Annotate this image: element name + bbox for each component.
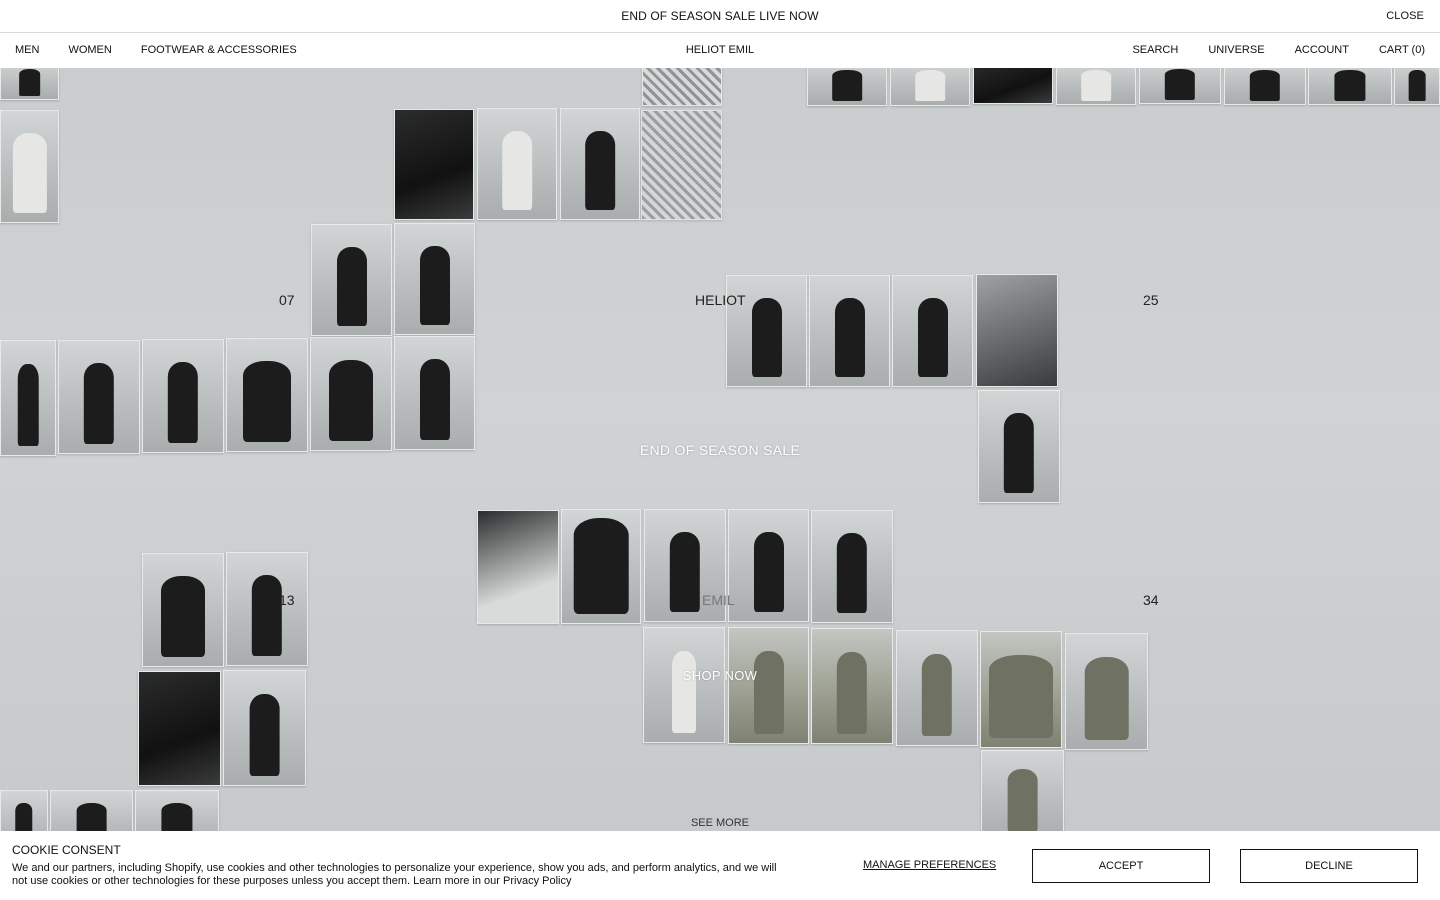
lookbook-photo [1139,68,1221,104]
lookbook-photo [809,275,890,387]
see-more-link[interactable]: SEE MORE [0,817,1440,829]
announcement-bar: END OF SEASON SALE LIVE NOW CLOSE [0,0,1440,33]
announcement-text[interactable]: END OF SEASON SALE LIVE NOW [621,9,818,23]
lookbook-photo [643,627,725,743]
lookbook-photo [311,224,392,336]
close-announcement-button[interactable]: CLOSE [1386,10,1424,22]
lookbook-photo [394,223,475,335]
lookbook-photo [1056,68,1136,105]
lookbook-photo [477,108,557,220]
lookbook-photo [477,510,559,624]
lookbook-photo [811,510,893,623]
lookbook-photo [980,631,1062,748]
hero-banner[interactable]: 07 HELIOT 25 13 EMIL 34 END OF SEASON SA… [0,68,1440,831]
hero-number-34: 34 [1143,592,1159,608]
lookbook-photo [641,110,722,220]
lookbook-photo [561,509,641,624]
hero-title: END OF SEASON SALE [639,442,801,458]
lookbook-photo [890,68,970,106]
lookbook-photo [394,109,474,220]
lookbook-photo [142,553,224,667]
lookbook-photo [0,68,59,100]
lookbook-photo [58,340,140,454]
search-link[interactable]: SEARCH [1132,44,1178,56]
lookbook-photo [1224,68,1306,105]
lookbook-photo [892,275,973,387]
accept-button[interactable]: ACCEPT [1032,849,1210,883]
lookbook-photo [223,670,306,786]
cart-link[interactable]: CART (0) [1379,44,1425,56]
lookbook-photo [0,340,56,456]
lookbook-photo [1394,68,1440,105]
lookbook-photo [728,627,809,744]
lookbook-photo [807,68,887,106]
lookbook-photo [976,274,1058,387]
hero-number-07: 07 [279,292,295,308]
lookbook-photo [142,339,224,453]
decline-button[interactable]: DECLINE [1240,849,1418,883]
cookie-body: We and our partners, including Shopify, … [12,862,777,887]
utility-nav: SEARCH UNIVERSE ACCOUNT CART (0) [1102,44,1425,56]
hero-word-heliot: HELIOT [695,292,746,308]
lookbook-photo [728,509,809,622]
hero-word-emil: EMIL [702,592,735,608]
lookbook-photo [811,628,893,744]
lookbook-photo [310,337,392,451]
universe-link[interactable]: UNIVERSE [1208,44,1264,56]
hero-number-13: 13 [279,592,295,608]
lookbook-photo [1308,68,1392,105]
cookie-banner: COOKIE CONSENT We and our partners, incl… [0,831,1440,900]
site-header: MEN WOMEN FOOTWEAR & ACCESSORIES HELIOT … [0,33,1440,68]
lookbook-photo [226,552,308,666]
lookbook-photo [1065,633,1148,750]
lookbook-photo [0,110,59,223]
lookbook-photo [896,630,978,746]
lookbook-photo [394,336,475,450]
lookbook-photo [560,108,640,220]
lookbook-photo [973,68,1053,104]
manage-preferences-link[interactable]: MANAGE PREFERENCES [863,859,996,871]
hero-number-25: 25 [1143,292,1159,308]
lookbook-photo [642,68,722,106]
lookbook-photo [138,671,221,786]
cookie-title: COOKIE CONSENT [12,843,121,857]
account-link[interactable]: ACCOUNT [1295,44,1349,56]
lookbook-photo [226,338,308,452]
shop-now-link[interactable]: SHOP NOW [0,668,1440,683]
